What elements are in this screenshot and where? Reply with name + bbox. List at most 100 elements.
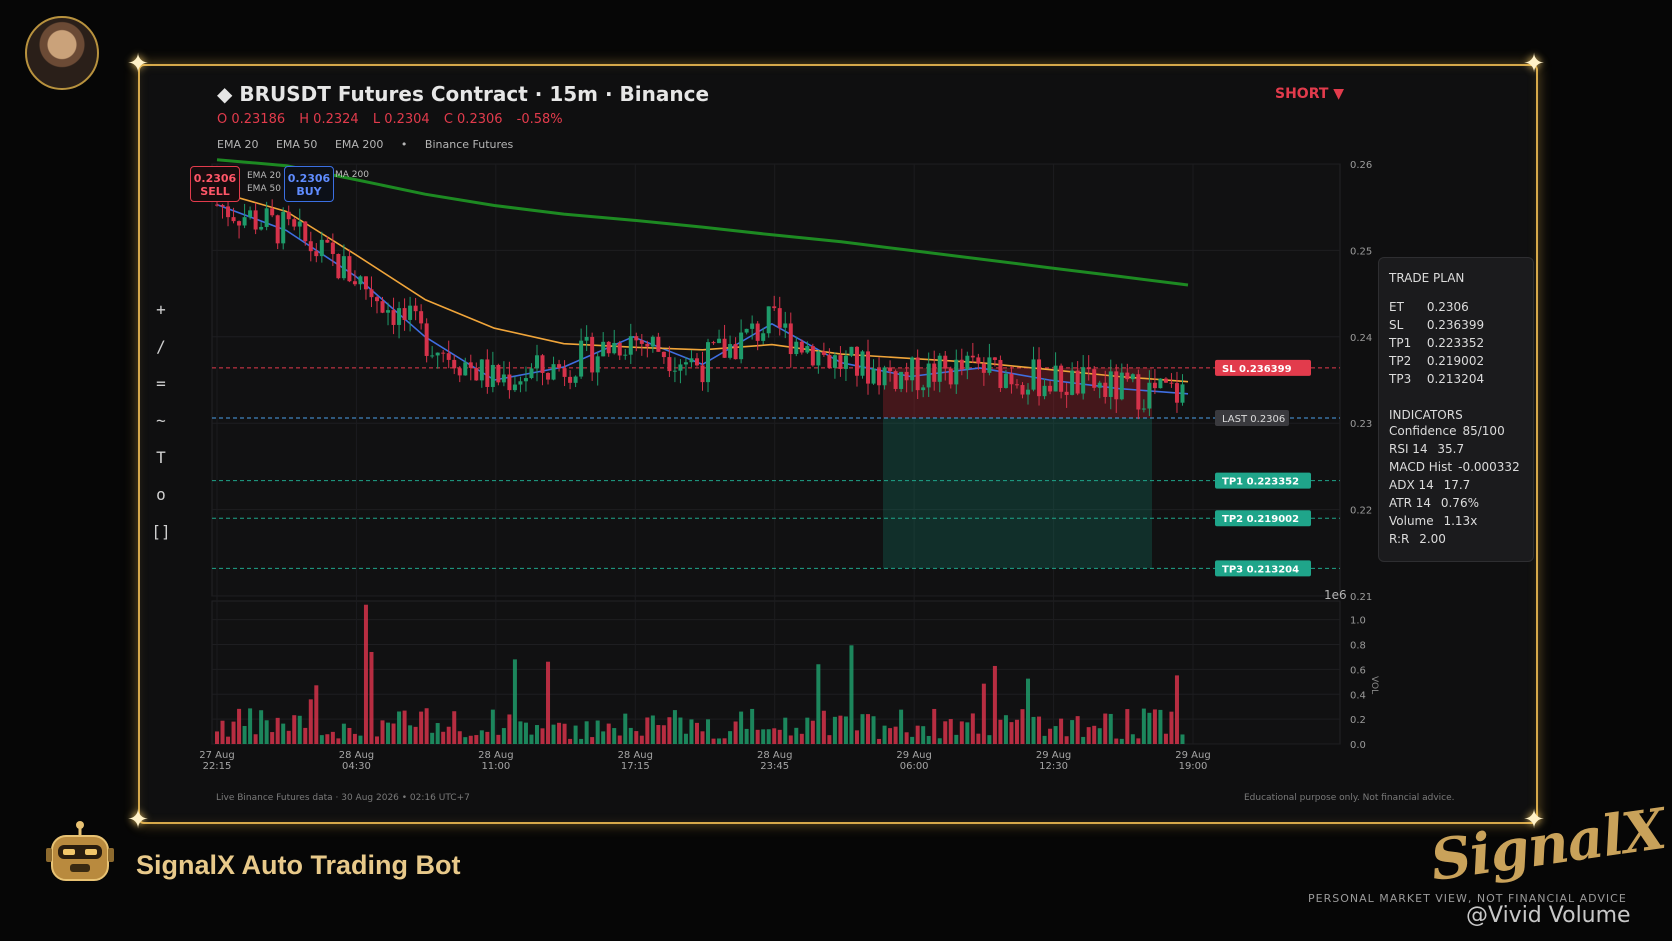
candle-body bbox=[595, 356, 600, 373]
volume-bar bbox=[711, 738, 716, 744]
buy-button[interactable]: 0.2306 BUY bbox=[284, 166, 334, 202]
candle-body bbox=[413, 305, 418, 312]
hidden-legend-ema50: EMA 50 bbox=[247, 184, 281, 194]
candle-body bbox=[1180, 384, 1185, 403]
volume-bar bbox=[579, 738, 584, 744]
volume-bar bbox=[501, 728, 506, 744]
volume-bar bbox=[871, 716, 876, 744]
candle-body bbox=[573, 376, 578, 383]
volume-bar bbox=[761, 729, 766, 744]
candle-body bbox=[237, 221, 242, 226]
candle-body bbox=[551, 364, 556, 380]
candle-body bbox=[656, 336, 661, 352]
volume-bar bbox=[1059, 718, 1064, 744]
indicator-row: R:R 2.00 bbox=[1389, 532, 1446, 546]
candle-body bbox=[606, 341, 611, 354]
volume-bar bbox=[496, 734, 501, 744]
candle-body bbox=[1059, 365, 1064, 392]
volume-bar bbox=[540, 728, 545, 744]
candle-body bbox=[899, 371, 904, 389]
candle-body bbox=[435, 352, 440, 356]
volume-bar bbox=[981, 683, 986, 744]
candle-body bbox=[308, 241, 313, 252]
candle-body bbox=[286, 211, 291, 220]
price-level-label: TP3 0.213204 bbox=[1222, 564, 1299, 575]
volume-bar bbox=[374, 736, 379, 744]
volume-bar bbox=[970, 713, 975, 744]
volume-bar bbox=[816, 664, 821, 744]
volume-bar bbox=[1026, 678, 1031, 744]
candle-body bbox=[871, 368, 876, 384]
candle-body bbox=[783, 323, 788, 328]
volume-bar bbox=[347, 727, 352, 744]
candle-body bbox=[1070, 370, 1075, 395]
volume-bar bbox=[650, 715, 655, 744]
hidden-legend-ma200: MA 200 bbox=[335, 170, 369, 180]
candle-body bbox=[463, 362, 468, 376]
candle-body bbox=[722, 338, 727, 358]
volume-bar bbox=[424, 708, 429, 744]
volume-bar bbox=[888, 728, 893, 744]
volume-bar bbox=[1048, 728, 1053, 744]
volume-bar bbox=[1152, 709, 1157, 744]
trade-plan-title: TRADE PLAN bbox=[1389, 271, 1465, 285]
candle-body bbox=[380, 301, 385, 313]
volume-bar bbox=[601, 731, 606, 744]
candle-body bbox=[777, 308, 782, 328]
candle-body bbox=[733, 344, 738, 360]
buy-price: 0.2306 bbox=[287, 172, 331, 185]
candle-body bbox=[965, 355, 970, 370]
sell-button[interactable]: 0.2306 SELL bbox=[190, 166, 240, 202]
candle-body bbox=[1136, 374, 1141, 410]
candle-body bbox=[601, 341, 606, 357]
candle-body bbox=[457, 368, 462, 376]
price-tick-label: 0.24 bbox=[1350, 333, 1372, 344]
volume-bar bbox=[959, 721, 964, 744]
robot-logo-icon bbox=[46, 821, 114, 881]
volume-bar bbox=[904, 732, 909, 744]
volume-bar bbox=[319, 735, 324, 744]
candle-body bbox=[584, 336, 589, 341]
volume-bar bbox=[446, 726, 451, 744]
volume-tick-label: 1.0 bbox=[1350, 616, 1366, 627]
volume-bar bbox=[397, 711, 402, 744]
volume-bar bbox=[297, 715, 302, 744]
candle-body bbox=[352, 281, 357, 285]
volume-bar bbox=[573, 725, 578, 744]
volume-bar bbox=[799, 733, 804, 744]
volume-bar bbox=[954, 734, 959, 744]
candle-body bbox=[882, 367, 887, 386]
candle-body bbox=[1086, 367, 1091, 370]
candle-body bbox=[215, 204, 219, 206]
volume-bar bbox=[226, 736, 231, 744]
volume-bar bbox=[1174, 675, 1179, 744]
volume-bar bbox=[810, 720, 815, 744]
volume-bar bbox=[612, 728, 617, 744]
candle-body bbox=[667, 357, 672, 372]
candle-body bbox=[314, 251, 319, 257]
candle-body bbox=[1003, 373, 1008, 388]
time-tick-date: 28 Aug bbox=[478, 750, 513, 761]
time-tick-time: 11:00 bbox=[481, 761, 510, 772]
candle-body bbox=[970, 355, 975, 358]
candle-body bbox=[1152, 382, 1157, 389]
volume-bar bbox=[413, 726, 418, 744]
volume-bar bbox=[1163, 733, 1168, 744]
candle-body bbox=[810, 346, 815, 366]
price-tick-label: 0.26 bbox=[1350, 160, 1372, 171]
candle-body bbox=[755, 323, 760, 341]
candle-body bbox=[1020, 385, 1025, 395]
volume-bar bbox=[739, 711, 744, 744]
volume-bar bbox=[215, 731, 219, 744]
volume-bar bbox=[430, 732, 435, 744]
candle-body bbox=[926, 363, 931, 388]
candle-body bbox=[303, 221, 308, 242]
candle-body bbox=[568, 376, 573, 383]
candle-body bbox=[838, 355, 843, 369]
volume-bar bbox=[1169, 711, 1174, 744]
volume-bar bbox=[832, 716, 837, 744]
candle-body bbox=[706, 342, 711, 383]
volume-bar bbox=[590, 737, 595, 744]
time-tick-time: 22:15 bbox=[203, 761, 232, 772]
candle-body bbox=[612, 342, 617, 354]
